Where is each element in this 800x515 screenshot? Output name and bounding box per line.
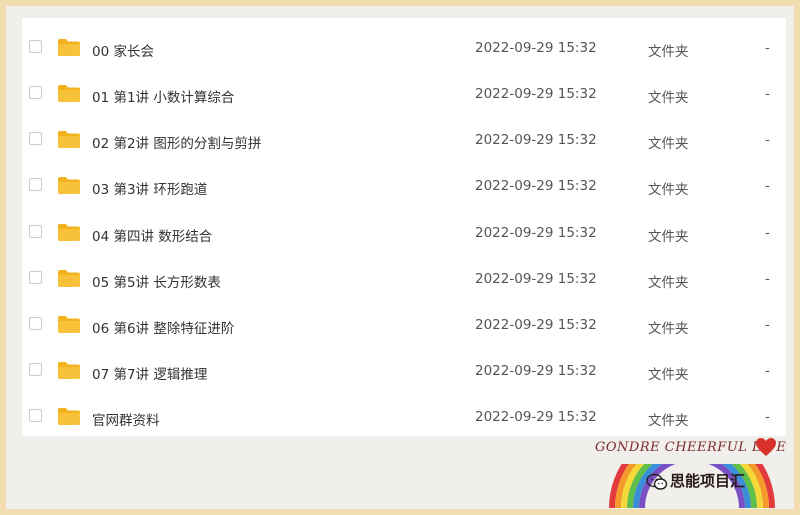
folder-icon: [58, 85, 80, 102]
account-name: 思能项目汇: [670, 472, 746, 490]
folder-icon: [58, 408, 80, 425]
checkbox-icon[interactable]: [29, 363, 42, 376]
checkbox-icon[interactable]: [29, 409, 42, 422]
file-type: 文件夹: [648, 90, 689, 106]
file-type: 文件夹: [648, 44, 689, 60]
file-date: 2022-09-29 15:32: [475, 225, 597, 241]
file-name[interactable]: 07 第7讲 逻辑推理: [92, 363, 207, 383]
folder-icon: [58, 224, 80, 241]
file-size: -: [765, 271, 770, 287]
file-row[interactable]: 00 家长会 2022-09-29 15:32 文件夹 -: [22, 21, 786, 67]
file-date: 2022-09-29 15:32: [475, 132, 597, 148]
checkbox-icon[interactable]: [29, 225, 42, 238]
file-date: 2022-09-29 15:32: [475, 86, 597, 102]
folder-icon: [58, 131, 80, 148]
file-size: -: [765, 86, 770, 102]
file-type: 文件夹: [648, 321, 689, 337]
file-size: -: [765, 409, 770, 425]
file-name[interactable]: 00 家长会: [92, 40, 154, 60]
file-date: 2022-09-29 15:32: [475, 409, 597, 425]
checkbox-icon[interactable]: [29, 317, 42, 330]
file-row[interactable]: 03 第3讲 环形跑道 2022-09-29 15:32 文件夹 -: [22, 159, 786, 205]
file-name[interactable]: 04 第四讲 数形结合: [92, 225, 212, 245]
file-type: 文件夹: [648, 367, 689, 383]
file-name[interactable]: 02 第2讲 图形的分割与剪拼: [92, 132, 261, 152]
folder-icon: [58, 316, 80, 333]
file-size: -: [765, 178, 770, 194]
file-type: 文件夹: [648, 413, 689, 429]
file-list: 00 家长会 2022-09-29 15:32 文件夹 - 01 第1讲 小数计…: [22, 18, 786, 436]
file-type: 文件夹: [648, 275, 689, 291]
file-size: -: [765, 363, 770, 379]
file-row[interactable]: 07 第7讲 逻辑推理 2022-09-29 15:32 文件夹 -: [22, 344, 786, 390]
wechat-icon: [646, 473, 668, 490]
file-type: 文件夹: [648, 136, 689, 152]
file-row[interactable]: 01 第1讲 小数计算综合 2022-09-29 15:32 文件夹 -: [22, 67, 786, 113]
file-row[interactable]: 05 第5讲 长方形数表 2022-09-29 15:32 文件夹 -: [22, 252, 786, 298]
file-date: 2022-09-29 15:32: [475, 271, 597, 287]
heart-icon: [756, 438, 776, 456]
file-row[interactable]: 04 第四讲 数形结合 2022-09-29 15:32 文件夹 -: [22, 206, 786, 252]
file-date: 2022-09-29 15:32: [475, 317, 597, 333]
file-name[interactable]: 03 第3讲 环形跑道: [92, 178, 207, 198]
file-type: 文件夹: [648, 229, 689, 245]
wechat-account-watermark: 思能项目汇: [646, 470, 745, 492]
folder-icon: [58, 270, 80, 287]
file-name[interactable]: 06 第6讲 整除特征进阶: [92, 317, 234, 337]
checkbox-icon[interactable]: [29, 40, 42, 53]
file-name[interactable]: 01 第1讲 小数计算综合: [92, 86, 234, 106]
checkbox-icon[interactable]: [29, 86, 42, 99]
file-size: -: [765, 40, 770, 56]
folder-icon: [58, 177, 80, 194]
file-name[interactable]: 官网群资料: [92, 409, 160, 429]
file-row[interactable]: 官网群资料 2022-09-29 15:32 文件夹 -: [22, 390, 786, 436]
file-size: -: [765, 317, 770, 333]
file-row[interactable]: 06 第6讲 整除特征进阶 2022-09-29 15:32 文件夹 -: [22, 298, 786, 344]
file-date: 2022-09-29 15:32: [475, 40, 597, 56]
file-size: -: [765, 225, 770, 241]
checkbox-icon[interactable]: [29, 178, 42, 191]
file-name[interactable]: 05 第5讲 长方形数表: [92, 271, 221, 291]
file-size: -: [765, 132, 770, 148]
checkbox-icon[interactable]: [29, 132, 42, 145]
file-date: 2022-09-29 15:32: [475, 363, 597, 379]
checkbox-icon[interactable]: [29, 271, 42, 284]
file-row[interactable]: 02 第2讲 图形的分割与剪拼 2022-09-29 15:32 文件夹 -: [22, 113, 786, 159]
folder-icon: [58, 362, 80, 379]
folder-icon: [58, 39, 80, 56]
file-date: 2022-09-29 15:32: [475, 178, 597, 194]
file-type: 文件夹: [648, 182, 689, 198]
